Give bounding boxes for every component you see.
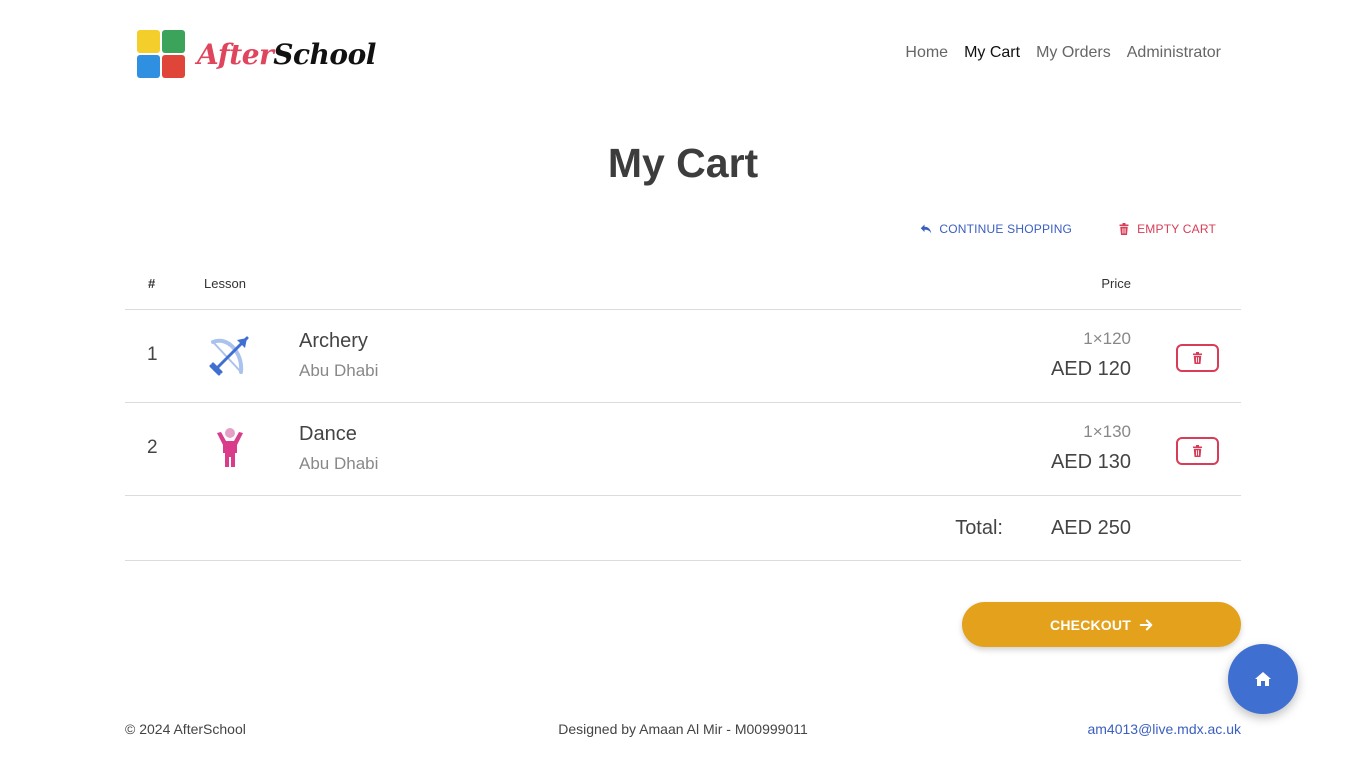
lesson-price: AED 120 xyxy=(1050,358,1131,380)
header-price: Price xyxy=(1101,276,1131,291)
home-fab-button[interactable] xyxy=(1228,644,1298,714)
trash-icon xyxy=(1193,352,1202,364)
remove-item-button[interactable] xyxy=(1176,344,1219,372)
lesson-price: AED 130 xyxy=(1050,451,1131,473)
row-number: 1 xyxy=(147,344,158,365)
logo-text-part1: After xyxy=(197,37,274,71)
table-row: 2 Dance Abu Dhabi 1×130 AED 130 xyxy=(125,403,1241,496)
dance-person-icon xyxy=(217,428,243,467)
reply-arrow-icon xyxy=(921,224,932,234)
logo[interactable]: AfterSchool xyxy=(137,30,376,78)
footer-credit: Designed by Amaan Al Mir - M00999011 xyxy=(558,721,808,737)
continue-shopping-label: CONTINUE SHOPPING xyxy=(939,222,1073,236)
continue-shopping-button[interactable]: CONTINUE SHOPPING xyxy=(920,222,1072,236)
logo-icon xyxy=(137,30,185,78)
logo-text: AfterSchool xyxy=(197,38,376,71)
trash-icon xyxy=(1193,445,1202,457)
header-lesson: Lesson xyxy=(204,276,246,291)
cart-table: # Lesson Price 1 Archery Abu Dhabi 1×120… xyxy=(125,262,1241,561)
main-nav: Home My Cart My Orders Administrator xyxy=(905,44,1221,62)
lesson-location: Abu Dhabi xyxy=(299,454,379,473)
footer-copyright: © 2024 AfterSchool xyxy=(125,721,246,737)
empty-cart-label: EMPTY CART xyxy=(1137,222,1216,236)
archery-bow-icon xyxy=(209,336,249,376)
checkout-button[interactable]: CHECKOUT xyxy=(962,602,1241,647)
empty-cart-button[interactable]: EMPTY CART xyxy=(1118,222,1216,236)
page-title: My Cart xyxy=(607,140,759,186)
table-row: 1 Archery Abu Dhabi 1×120 AED 120 xyxy=(125,310,1241,403)
total-label: Total: xyxy=(955,517,1003,539)
lesson-name: Dance xyxy=(299,423,357,445)
lesson-location: Abu Dhabi xyxy=(299,361,379,380)
home-icon xyxy=(1255,672,1271,686)
total-row: Total: AED 250 xyxy=(125,496,1241,561)
nav-my-cart[interactable]: My Cart xyxy=(964,44,1020,62)
checkout-label: CHECKOUT xyxy=(1050,616,1131,633)
nav-my-orders[interactable]: My Orders xyxy=(1036,44,1111,62)
lesson-name: Archery xyxy=(299,330,368,352)
total-value: AED 250 xyxy=(1050,517,1131,539)
nav-home[interactable]: Home xyxy=(905,44,948,62)
arrow-right-icon xyxy=(1139,619,1153,630)
lesson-quantity: 1×120 xyxy=(1083,329,1131,348)
header-num: # xyxy=(148,276,156,291)
trash-icon xyxy=(1119,223,1129,235)
logo-text-part2: School xyxy=(273,37,376,71)
cart-actions: CONTINUE SHOPPING EMPTY CART xyxy=(920,222,1216,236)
nav-administrator[interactable]: Administrator xyxy=(1127,44,1221,62)
remove-item-button[interactable] xyxy=(1176,437,1219,465)
lesson-quantity: 1×130 xyxy=(1083,422,1131,441)
footer-email-link[interactable]: am4013@live.mdx.ac.uk xyxy=(1087,721,1241,737)
table-header: # Lesson Price xyxy=(125,262,1241,310)
row-number: 2 xyxy=(147,437,158,458)
